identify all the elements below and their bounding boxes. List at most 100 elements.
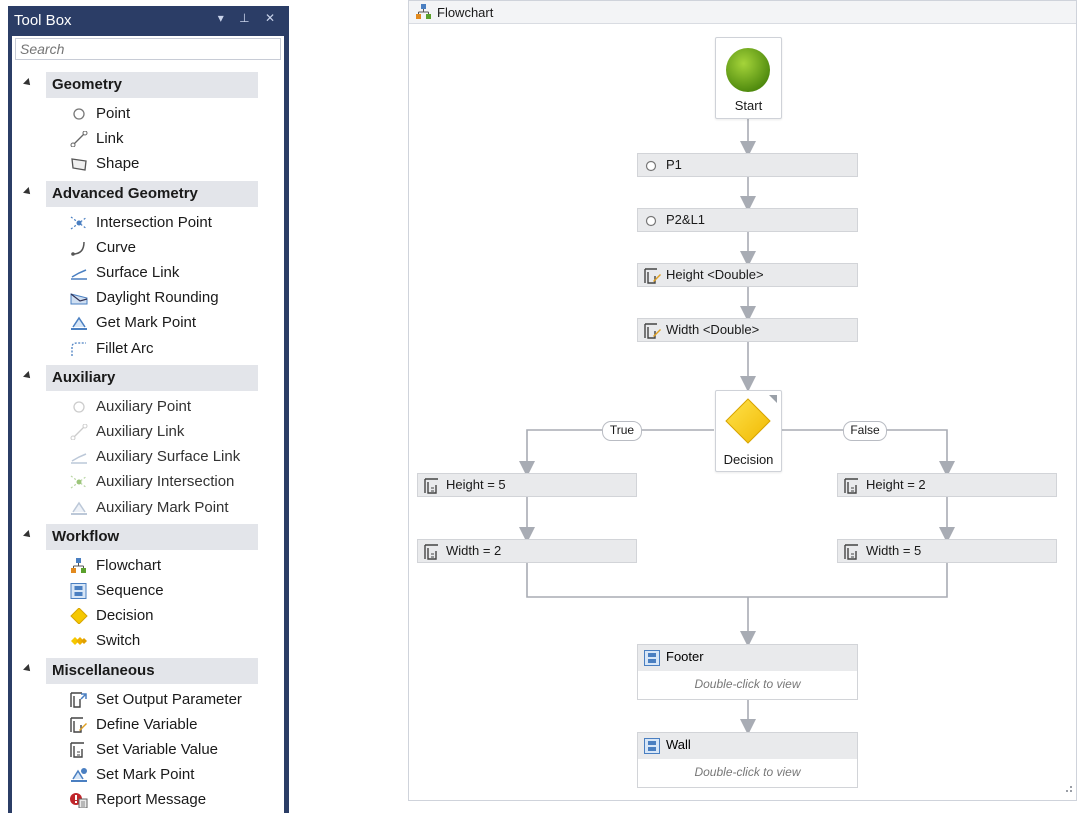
activity-label: Width <Double> bbox=[666, 322, 760, 337]
set-variable-value-icon bbox=[424, 478, 440, 501]
toolbox-item-label: Daylight Rounding bbox=[96, 289, 219, 307]
category-label: Workflow bbox=[46, 523, 258, 550]
toolbox-item-label: Auxiliary Surface Link bbox=[96, 448, 241, 466]
set-variable-value-icon bbox=[70, 742, 88, 758]
get-mark-point-icon bbox=[70, 315, 88, 331]
toolbox-item-label: Flowchart bbox=[96, 556, 162, 574]
activity-width-false[interactable]: Width = 5 bbox=[837, 539, 1057, 563]
toolbox-item-label: Link bbox=[96, 130, 124, 148]
activity-label: Width = 2 bbox=[446, 543, 502, 558]
sequence-label: Footer bbox=[666, 649, 704, 664]
expand-corner-icon bbox=[769, 395, 777, 403]
set-output-parameter-icon bbox=[70, 691, 88, 708]
toolbox-item-label: Sequence bbox=[96, 582, 164, 599]
category-miscellaneous[interactable]: Miscellaneous bbox=[14, 657, 258, 684]
toolbox-item-label: Auxiliary Intersection bbox=[96, 473, 235, 491]
category-auxiliary[interactable]: Auxiliary bbox=[14, 364, 258, 391]
activity-width-true[interactable]: Width = 2 bbox=[417, 539, 637, 563]
point-icon bbox=[70, 106, 88, 122]
toolbox-search-input[interactable] bbox=[15, 38, 281, 60]
category-label: Geometry bbox=[46, 72, 258, 98]
false-branch-label: False bbox=[843, 421, 887, 441]
collapse-triangle-icon[interactable] bbox=[23, 370, 33, 381]
toolbox-item-label: Set Output Parameter bbox=[96, 690, 242, 708]
surface-link-icon bbox=[70, 265, 88, 281]
toolbox-item-label: Curve bbox=[96, 238, 137, 256]
shape-icon bbox=[70, 156, 88, 172]
sequence-label: Wall bbox=[666, 737, 691, 752]
toolbox-panel: Tool Box ▾ ⊥ ✕ Geometry Point Link Shape Adv… bbox=[8, 6, 289, 813]
category-label: Advanced Geometry bbox=[46, 180, 258, 207]
true-branch-label: True bbox=[602, 421, 642, 441]
set-variable-value-icon bbox=[844, 544, 860, 567]
activity-p1[interactable]: P1 bbox=[637, 153, 858, 177]
decision-node[interactable]: Decision bbox=[715, 390, 782, 472]
define-variable-icon bbox=[644, 268, 662, 291]
toolbox-item-label: Fillet Arc bbox=[96, 339, 154, 357]
collapse-triangle-icon[interactable] bbox=[23, 529, 33, 540]
activity-label: P1 bbox=[666, 157, 682, 172]
decision-icon bbox=[70, 607, 88, 625]
sequence-icon bbox=[70, 583, 88, 599]
activity-height-true[interactable]: Height = 5 bbox=[417, 473, 637, 497]
toolbox-item-label: Surface Link bbox=[96, 264, 180, 281]
switch-icon bbox=[70, 633, 88, 649]
link-icon bbox=[70, 130, 88, 148]
start-label: Start bbox=[734, 98, 763, 113]
toolbox-item-label: Define Variable bbox=[96, 715, 198, 733]
sequence-icon bbox=[644, 738, 660, 762]
category-advanced-geometry[interactable]: Advanced Geometry bbox=[14, 180, 258, 207]
define-variable-icon bbox=[70, 717, 88, 733]
toolbox-title: Tool Box bbox=[14, 12, 72, 29]
category-geometry[interactable]: Geometry bbox=[14, 72, 258, 98]
toolbox-item-label: Get Mark Point bbox=[96, 314, 197, 332]
category-workflow[interactable]: Workflow bbox=[14, 523, 258, 550]
category-label: Auxiliary bbox=[46, 364, 258, 391]
flowchart-icon bbox=[70, 557, 88, 574]
auxiliary-point-icon bbox=[70, 399, 88, 415]
activity-label: P2&L1 bbox=[666, 212, 706, 227]
activity-height-variable[interactable]: Height <Double> bbox=[637, 263, 858, 287]
collapse-triangle-icon[interactable] bbox=[23, 78, 33, 88]
start-node[interactable]: Start bbox=[715, 37, 782, 119]
auxiliary-mark-point-icon bbox=[70, 500, 88, 516]
toolbox-item-label: Set Mark Point bbox=[96, 766, 195, 784]
sequence-wall[interactable]: Wall Double-click to view bbox=[637, 732, 858, 788]
toolbox-window-controls[interactable]: ▾ ⊥ ✕ bbox=[218, 11, 281, 25]
activity-label: Height = 5 bbox=[446, 477, 506, 492]
toolbox-body: Geometry Point Link Shape Advanced Geometry I… bbox=[12, 36, 284, 813]
set-variable-value-icon bbox=[424, 544, 440, 567]
set-variable-value-icon bbox=[844, 478, 860, 501]
activity-p2-l1[interactable]: P2&L1 bbox=[637, 208, 858, 232]
sequence-header: Wall bbox=[638, 733, 857, 759]
activity-width-variable[interactable]: Width <Double> bbox=[637, 318, 858, 342]
sequence-hint: Double-click to view bbox=[694, 765, 801, 779]
activity-label: Height = 2 bbox=[866, 477, 926, 492]
toolbox-item-label: Set Variable Value bbox=[96, 741, 219, 758]
toolbox-item-label: Auxiliary Point bbox=[96, 397, 192, 415]
decision-label: Decision bbox=[723, 452, 774, 467]
activity-height-false[interactable]: Height = 2 bbox=[837, 473, 1057, 497]
activity-label: Height <Double> bbox=[666, 267, 764, 282]
toolbox-item-label: Intersection Point bbox=[96, 213, 212, 231]
define-variable-icon bbox=[644, 323, 662, 346]
toolbox-item-label: Auxiliary Mark Point bbox=[96, 498, 229, 516]
set-mark-point-icon bbox=[70, 767, 88, 783]
sequence-icon bbox=[644, 650, 660, 674]
category-label: Miscellaneous bbox=[46, 657, 258, 684]
sequence-header: Footer bbox=[638, 645, 857, 671]
toolbox-item-label: Report Message bbox=[96, 791, 207, 809]
toolbox-item-label: Point bbox=[96, 105, 131, 122]
flowchart-designer: Flowchart Start P1 P2&L1 Height <Double>… bbox=[408, 0, 1077, 801]
sequence-footer[interactable]: Footer Double-click to view bbox=[637, 644, 858, 700]
sequence-hint: Double-click to view bbox=[694, 677, 801, 691]
collapse-triangle-icon[interactable] bbox=[23, 186, 33, 197]
curve-icon bbox=[70, 240, 88, 256]
collapse-triangle-icon[interactable] bbox=[23, 663, 33, 674]
auxiliary-surface-link-icon bbox=[70, 449, 88, 465]
toolbox-item-label: Switch bbox=[96, 632, 141, 650]
report-message-icon bbox=[70, 792, 88, 809]
toolbox-item-label: Shape bbox=[96, 155, 140, 173]
activity-label: Width = 5 bbox=[866, 543, 922, 558]
toolbox-header: Tool Box ▾ ⊥ ✕ bbox=[8, 6, 289, 34]
